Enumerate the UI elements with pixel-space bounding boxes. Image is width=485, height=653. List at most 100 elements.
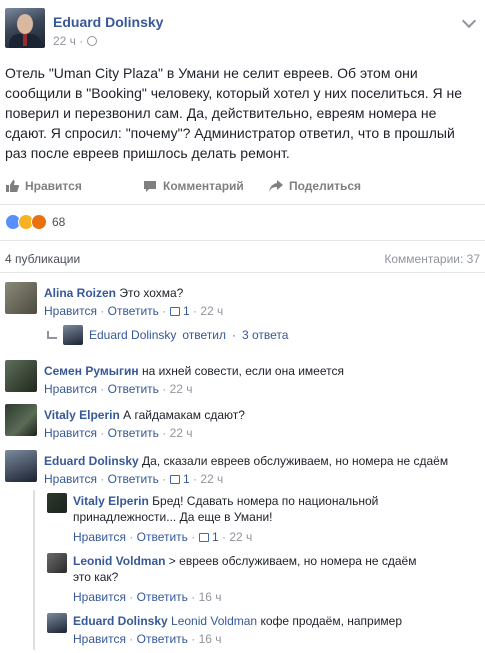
avatar[interactable] — [47, 613, 67, 633]
comment-reply-link[interactable]: Ответить — [137, 632, 188, 646]
comment-text: на ихней совести, если она имеется — [141, 364, 344, 378]
comment-body: Eduard Dolinsky Да, сказали евреев обслу… — [44, 453, 448, 469]
replies-author: Eduard Dolinsky — [89, 328, 177, 342]
comment-time[interactable]: 16 ч — [199, 632, 222, 646]
dot-separator: · — [100, 472, 105, 486]
comment-like-link[interactable]: Нравится — [73, 632, 126, 646]
dot-separator: · — [191, 632, 196, 646]
replies-action: ответил — [182, 328, 226, 342]
comment-icon — [144, 181, 156, 192]
reply-body: Vitaly Elperin Бред! Сдавать номера по н… — [73, 493, 473, 525]
comment-time[interactable]: 22 ч — [170, 426, 193, 440]
avatar[interactable] — [47, 493, 67, 513]
comment-reply-link[interactable]: Ответить — [108, 472, 159, 486]
dot-separator: · — [191, 530, 196, 544]
meta-separator: · — [79, 34, 84, 48]
replies-count: 3 ответа — [242, 328, 289, 342]
like-count-icon — [169, 307, 180, 316]
dot-separator: · — [222, 530, 226, 544]
reactions-summary[interactable]: 68 — [5, 213, 65, 231]
comment-like-count[interactable]: 1 — [183, 304, 190, 318]
dot-separator: · — [100, 304, 105, 318]
commenter-name[interactable]: Leonid Voldman — [73, 554, 165, 568]
comment-reply-link[interactable]: Ответить — [137, 530, 188, 544]
reply-text-line2: принадлежности... Да еще в Умани! — [73, 510, 273, 524]
post-options-chevron-icon[interactable] — [461, 13, 477, 29]
reactions-count: 68 — [52, 215, 66, 229]
commenter-name[interactable]: Alina Roizen — [44, 286, 116, 300]
reply-actions: Нравится · Ответить · 16 ч — [73, 590, 222, 604]
like-count-icon — [198, 533, 209, 542]
reply-text-line2: это как? — [73, 570, 119, 584]
post-meta: 22 ч · — [53, 34, 97, 48]
dot-separator: · — [129, 590, 134, 604]
post-time[interactable]: 22 ч — [53, 34, 76, 48]
avatar[interactable] — [47, 553, 67, 573]
comment-time[interactable]: 22 ч — [200, 304, 223, 318]
comment-button[interactable]: Комментарий — [143, 179, 244, 193]
comment-label: Комментарий — [163, 179, 244, 193]
like-button[interactable]: Нравится — [5, 179, 82, 193]
comment-like-link[interactable]: Нравится — [73, 530, 126, 544]
comment-like-link[interactable]: Нравится — [44, 382, 97, 396]
comment-text: Это хохма? — [119, 286, 184, 300]
commenter-name[interactable]: Семен Румыгин — [44, 364, 139, 378]
reply-text-line1: > евреев обслуживаем, но номера не сдаём — [168, 554, 417, 568]
share-label: Поделиться — [289, 179, 362, 193]
post-header: Eduard Dolinsky 22 ч · — [5, 8, 480, 52]
comment-text: Да, сказали евреев обслуживаем, но номер… — [142, 454, 449, 468]
comment-like-count[interactable]: 1 — [183, 472, 190, 486]
comment-reply-link[interactable]: Ответить — [108, 426, 159, 440]
post-actions: Нравится Комментарий Поделиться — [5, 175, 480, 197]
reply-actions: Нравится · Ответить · 1 · 22 ч — [73, 530, 252, 544]
commenter-name[interactable]: Eduard Dolinsky — [73, 614, 168, 628]
dot-separator: · — [100, 426, 105, 440]
comment-actions: Нравится · Ответить · 1 · 22 ч — [44, 472, 223, 486]
dot-separator: · — [129, 632, 134, 646]
shares-link[interactable]: 4 публикации — [5, 252, 80, 266]
reply-body: Eduard Dolinsky Leonid Voldman кофе прод… — [73, 613, 473, 629]
avatar[interactable] — [5, 282, 37, 314]
thumbs-up-icon — [6, 180, 19, 192]
author-avatar[interactable] — [5, 8, 45, 48]
comment-like-link[interactable]: Нравится — [44, 426, 97, 440]
avatar[interactable] — [5, 404, 37, 436]
avatar[interactable] — [5, 360, 37, 392]
share-button[interactable]: Поделиться — [269, 179, 361, 193]
comment-body: Семен Румыгин на ихней совести, если она… — [44, 363, 344, 379]
comment-like-count[interactable]: 1 — [212, 530, 219, 544]
view-replies-link[interactable]: Eduard Dolinsky ответил · 3 ответа — [47, 325, 288, 345]
reply-thread-line — [33, 490, 35, 650]
shares-comments-row: 4 публикации Комментарии: 37 — [5, 252, 480, 266]
comment-actions: Нравится · Ответить · 22 ч — [44, 426, 193, 440]
comment-like-link[interactable]: Нравится — [73, 590, 126, 604]
comment-actions: Нравится · Ответить · 22 ч — [44, 382, 193, 396]
angry-reaction-icon — [31, 214, 47, 230]
comment-reply-link[interactable]: Ответить — [108, 304, 159, 318]
comment-time[interactable]: 16 ч — [199, 590, 222, 604]
comment-actions: Нравится · Ответить · 1 · 22 ч — [44, 304, 223, 318]
comment-reply-link[interactable]: Ответить — [137, 590, 188, 604]
comment-reply-link[interactable]: Ответить — [108, 382, 159, 396]
comment-body: Alina Roizen Это хохма? — [44, 285, 183, 301]
share-icon — [269, 180, 283, 192]
dot-separator: · — [162, 304, 167, 318]
dot-separator: · — [100, 382, 105, 396]
reply-actions: Нравится · Ответить · 16 ч — [73, 632, 222, 646]
commenter-name[interactable]: Vitaly Elperin — [44, 408, 120, 422]
reply-body: Leonid Voldman > евреев обслуживаем, но … — [73, 553, 473, 585]
mention-link[interactable]: Leonid Voldman — [171, 614, 257, 628]
post-author-name[interactable]: Eduard Dolinsky — [53, 14, 163, 30]
comment-like-link[interactable]: Нравится — [44, 472, 97, 486]
comments-count-link[interactable]: Комментарии: 37 — [384, 252, 480, 266]
commenter-name[interactable]: Eduard Dolinsky — [44, 454, 139, 468]
avatar[interactable] — [5, 450, 37, 482]
commenter-name[interactable]: Vitaly Elperin — [73, 494, 149, 508]
comment-like-link[interactable]: Нравится — [44, 304, 97, 318]
comment-time[interactable]: 22 ч — [229, 530, 252, 544]
dot-separator: · — [162, 426, 167, 440]
like-count-icon — [169, 475, 180, 484]
comment-time[interactable]: 22 ч — [200, 472, 223, 486]
comment-time[interactable]: 22 ч — [170, 382, 193, 396]
post-text: Отель "Uman City Plaza" в Умани не селит… — [5, 65, 463, 161]
